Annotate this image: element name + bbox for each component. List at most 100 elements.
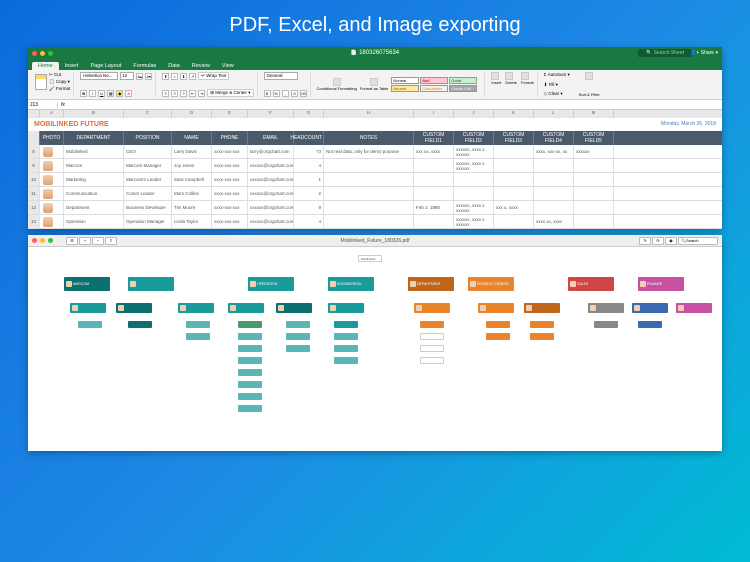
- cell-notes[interactable]: [324, 201, 414, 214]
- cell-position[interactable]: Comm Leader: [124, 187, 172, 200]
- merge-center-button[interactable]: ⊞ Merge & Center ▾: [207, 89, 253, 97]
- cell-notes[interactable]: [324, 215, 414, 228]
- cell-phone[interactable]: xxxx-xxx-xxx: [212, 145, 248, 158]
- clear-button[interactable]: ◇ Clear ▾: [544, 91, 570, 97]
- org-node[interactable]: [116, 303, 152, 313]
- org-node[interactable]: [328, 303, 364, 313]
- cell-name[interactable]: Larry Davis: [172, 145, 212, 158]
- org-node-finance[interactable]: FINANCE: [638, 277, 684, 291]
- cell-photo[interactable]: [40, 215, 64, 228]
- cell-department[interactable]: Marketing: [64, 173, 124, 186]
- org-node[interactable]: [420, 333, 444, 340]
- cell-name[interactable]: Linda Taylor: [172, 215, 212, 228]
- cell-custom3[interactable]: [494, 187, 534, 200]
- style-bad[interactable]: Bad: [420, 77, 448, 84]
- align-top-icon[interactable]: ⬆: [162, 73, 169, 80]
- org-node[interactable]: [238, 381, 262, 388]
- cell-notes[interactable]: Not real data, only for demo purpose: [324, 145, 414, 158]
- row-number[interactable]: 9: [28, 159, 40, 172]
- org-node[interactable]: [524, 303, 560, 313]
- org-node[interactable]: [588, 303, 624, 313]
- org-node[interactable]: [286, 345, 310, 352]
- maximize-icon[interactable]: [48, 238, 53, 243]
- cell-position[interactable]: Business Developer: [124, 201, 172, 214]
- tab-data[interactable]: Data: [162, 62, 186, 70]
- cell-name[interactable]: Sara Campbell: [172, 173, 212, 186]
- fill-button[interactable]: ⬇ Fill ▾: [544, 82, 570, 88]
- org-node[interactable]: [238, 345, 262, 352]
- col-i[interactable]: I: [414, 110, 454, 118]
- org-node[interactable]: [632, 303, 668, 313]
- cell-phone[interactable]: xxxx-xxx-xxx: [212, 173, 248, 186]
- org-node[interactable]: [286, 333, 310, 340]
- org-node-marcom[interactable]: MARCOM: [64, 277, 110, 291]
- cell-custom1[interactable]: xxx xx, xxxx: [414, 145, 454, 158]
- cell-email[interactable]: xxxxxx@orgchart.com: [248, 201, 294, 214]
- sort-filter-icon[interactable]: [585, 72, 593, 80]
- table-row[interactable]: 8 Mobilinked CEO Larry Davis xxxx-xxx-xx…: [28, 145, 722, 159]
- org-node[interactable]: [638, 321, 662, 328]
- cell-custom2[interactable]: [454, 173, 494, 186]
- cell-department[interactable]: Communication: [64, 187, 124, 200]
- org-node-root[interactable]: Mobilinked: [358, 255, 382, 262]
- decrease-font-icon[interactable]: A▾: [145, 73, 152, 80]
- orientation-icon[interactable]: ↗: [189, 73, 196, 80]
- tab-insert[interactable]: Insert: [59, 62, 85, 70]
- minimize-icon[interactable]: [40, 51, 45, 56]
- markup-icon[interactable]: ✎: [639, 237, 651, 245]
- org-node[interactable]: [128, 277, 174, 291]
- org-node[interactable]: [486, 333, 510, 340]
- search-input[interactable]: 🔍 Search Sheet: [638, 49, 692, 57]
- cell-department[interactable]: Marcom: [64, 159, 124, 172]
- cell-custom1[interactable]: Feb 2, 1980: [414, 201, 454, 214]
- cell-custom1[interactable]: [414, 159, 454, 172]
- org-node[interactable]: [238, 369, 262, 376]
- style-good[interactable]: Good: [449, 77, 477, 84]
- style-normal[interactable]: Normal: [391, 77, 419, 84]
- cell-custom2[interactable]: xxxxxx, xxxx x xxxxxx: [454, 215, 494, 228]
- row-number[interactable]: 8: [28, 145, 40, 158]
- increase-font-icon[interactable]: A▴: [136, 73, 143, 80]
- cell-custom3[interactable]: [494, 215, 534, 228]
- decrease-decimal-icon[interactable]: .00: [300, 90, 307, 97]
- style-check-cell[interactable]: Check Cell: [449, 85, 477, 92]
- cell-department[interactable]: Department: [64, 201, 124, 214]
- cell-custom5[interactable]: xxxxxx: [574, 145, 614, 158]
- indent-left-icon[interactable]: ⇤: [189, 90, 196, 97]
- cell-position[interactable]: Marcom Manager: [124, 159, 172, 172]
- conditional-formatting-icon[interactable]: [333, 78, 341, 86]
- align-bottom-icon[interactable]: ⬇: [180, 73, 187, 80]
- cell-position[interactable]: Marcomm Leader: [124, 173, 172, 186]
- cell-headcount[interactable]: 2: [294, 187, 324, 200]
- cell-custom3[interactable]: xxx x, xxxx: [494, 201, 534, 214]
- cell-custom5[interactable]: [574, 159, 614, 172]
- org-node[interactable]: [414, 303, 450, 313]
- format-cells-icon[interactable]: [521, 72, 529, 80]
- cell-email[interactable]: xxxxxx@orgchart.com: [248, 159, 294, 172]
- cell-custom2[interactable]: xxxxxx, xxxx x xxxxxx: [454, 145, 494, 158]
- cell-photo[interactable]: [40, 201, 64, 214]
- indent-right-icon[interactable]: ⇥: [198, 90, 205, 97]
- tab-view[interactable]: View: [216, 62, 240, 70]
- cell-custom4[interactable]: [534, 201, 574, 214]
- org-node[interactable]: [478, 303, 514, 313]
- bold-button[interactable]: B: [80, 90, 87, 97]
- fill-color-button[interactable]: ◆: [116, 90, 123, 97]
- org-node-product[interactable]: PRODUCT DESIGN: [468, 277, 514, 291]
- org-node[interactable]: [128, 321, 152, 328]
- org-node[interactable]: [238, 357, 262, 364]
- percent-icon[interactable]: %: [273, 90, 280, 97]
- col-f[interactable]: F: [248, 110, 294, 118]
- cell-custom2[interactable]: xxxxxx, xxxx x xxxxxx: [454, 201, 494, 214]
- cell-photo[interactable]: [40, 173, 64, 186]
- col-d[interactable]: D: [172, 110, 212, 118]
- align-right-icon[interactable]: ≡: [180, 90, 187, 97]
- org-node[interactable]: [676, 303, 712, 313]
- cell-custom4[interactable]: [534, 173, 574, 186]
- cell-custom5[interactable]: [574, 215, 614, 228]
- zoom-out-icon[interactable]: −: [92, 237, 104, 245]
- col-g[interactable]: G: [294, 110, 324, 118]
- tab-review[interactable]: Review: [186, 62, 216, 70]
- italic-button[interactable]: I: [89, 90, 96, 97]
- cell-photo[interactable]: [40, 187, 64, 200]
